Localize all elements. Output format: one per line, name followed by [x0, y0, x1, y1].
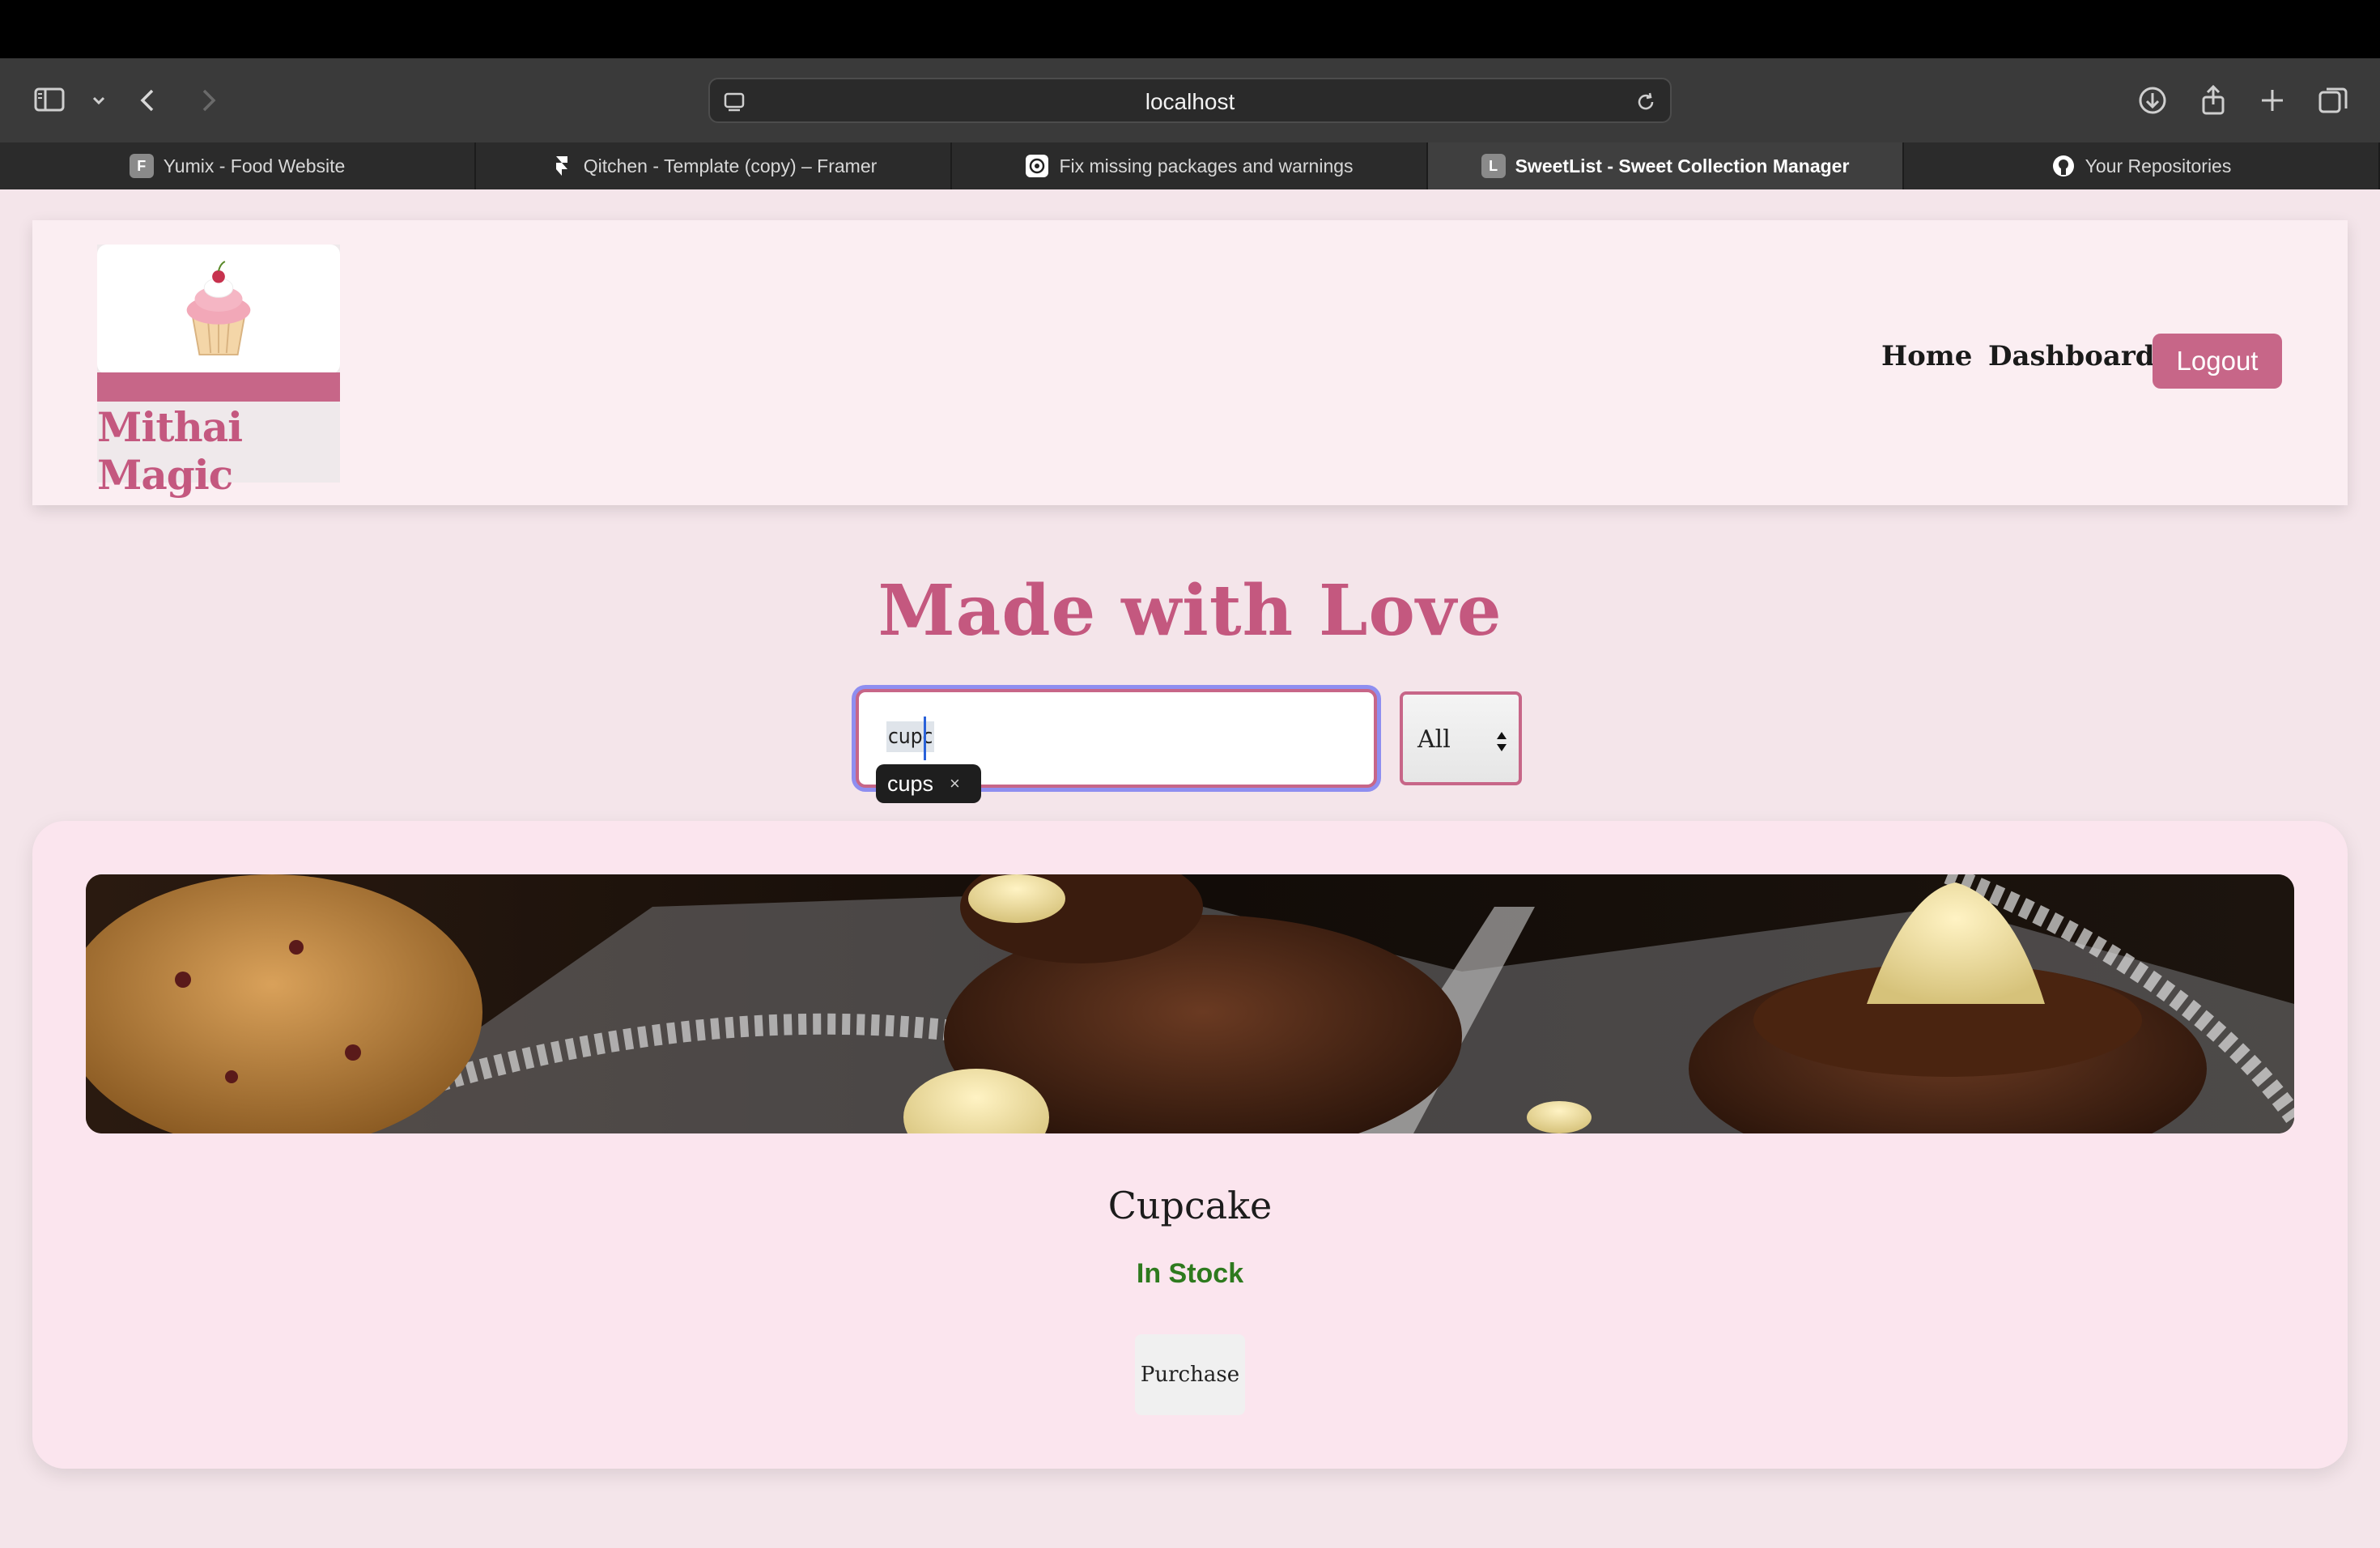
- back-arrow-icon[interactable]: [131, 83, 167, 118]
- dismiss-suggestion-icon[interactable]: ×: [950, 773, 960, 794]
- tab-favicon: L: [1481, 154, 1506, 178]
- suggestion-text: cups: [887, 771, 934, 796]
- tab-label: Qitchen - Template (copy) – Framer: [583, 155, 878, 176]
- tab-yumix[interactable]: F Yumix - Food Website: [0, 142, 476, 189]
- tab-sweetlist[interactable]: L SweetList - Sweet Collection Manager: [1428, 142, 1904, 189]
- site-header: Mithai Magic Home Dashboard Logout: [32, 220, 2348, 505]
- system-menu-bar: [0, 0, 2380, 58]
- cupcake-logo-icon: [97, 245, 340, 374]
- stock-status: In Stock: [1136, 1258, 1244, 1289]
- category-filter-value: All: [1417, 725, 1451, 754]
- address-bar[interactable]: localhost: [708, 78, 1672, 123]
- product-card: Cupcake In Stock Purchase: [32, 821, 2348, 1469]
- page-content: Mithai Magic Home Dashboard Logout Made …: [0, 189, 2380, 1548]
- tab-qitchen[interactable]: Qitchen - Template (copy) – Framer: [476, 142, 952, 189]
- brand-logo[interactable]: Mithai Magic: [97, 245, 340, 499]
- tab-github[interactable]: Your Repositories: [1904, 142, 2380, 189]
- tab-bar: F Yumix - Food Website Qitchen - Templat…: [0, 142, 2380, 189]
- chatgpt-icon: [1025, 154, 1049, 178]
- tab-label: Your Repositories: [2085, 155, 2232, 176]
- logo-band: [97, 372, 340, 402]
- select-arrows-icon: [1497, 732, 1507, 751]
- chevron-down-icon[interactable]: [81, 83, 117, 118]
- product-name: Cupcake: [1107, 1184, 1273, 1227]
- forward-arrow-icon[interactable]: [189, 83, 225, 118]
- tab-favicon: F: [129, 154, 154, 178]
- nav-home-link[interactable]: Home: [1881, 340, 1972, 372]
- logout-button[interactable]: Logout: [2153, 334, 2282, 389]
- text-caret: [924, 717, 926, 760]
- tab-label: Yumix - Food Website: [163, 155, 346, 176]
- reload-icon[interactable]: [1633, 89, 1659, 115]
- page-title: Made with Love: [878, 570, 1502, 652]
- download-icon[interactable]: [2135, 83, 2170, 118]
- search-input-value: cupc: [886, 721, 935, 752]
- nav-dashboard-link[interactable]: Dashboard: [1988, 340, 2155, 372]
- tab-chatgpt[interactable]: Fix missing packages and warnings: [952, 142, 1428, 189]
- github-icon: [2051, 154, 2076, 178]
- framer-icon: [550, 154, 574, 178]
- new-tab-plus-icon[interactable]: [2255, 83, 2290, 118]
- tab-label: SweetList - Sweet Collection Manager: [1515, 155, 1850, 176]
- product-image: [86, 874, 2294, 1133]
- purchase-button[interactable]: Purchase: [1135, 1334, 1245, 1415]
- sidebar-toggle-icon[interactable]: [32, 83, 68, 118]
- category-filter-select[interactable]: All: [1400, 691, 1522, 785]
- tab-overview-icon[interactable]: [2315, 83, 2351, 118]
- brand-name: Mithai Magic: [97, 403, 243, 499]
- tab-label: Fix missing packages and warnings: [1059, 155, 1354, 176]
- autofill-suggestion[interactable]: cups ×: [876, 764, 981, 803]
- share-icon[interactable]: [2195, 83, 2231, 118]
- url-text: localhost: [1145, 89, 1235, 114]
